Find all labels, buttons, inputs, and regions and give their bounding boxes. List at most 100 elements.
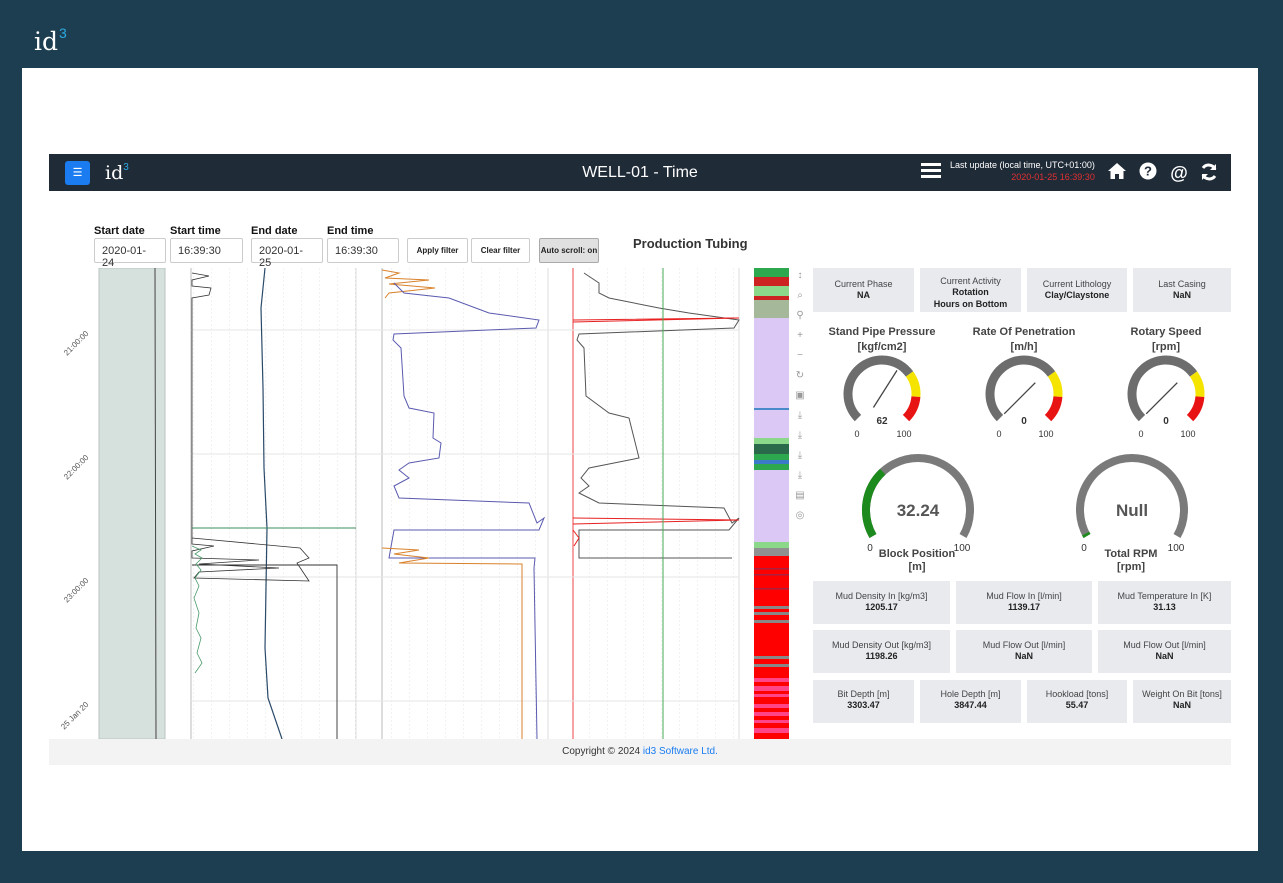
pan-icon[interactable]: ↕ bbox=[790, 266, 810, 286]
box-label: Mud Density Out [kg/m3] bbox=[831, 640, 932, 650]
nav-logo[interactable]: id3 bbox=[105, 163, 129, 183]
save-icon[interactable]: ▣ bbox=[790, 386, 810, 406]
box-label: Weight On Bit [tons] bbox=[1142, 689, 1222, 699]
gauge-track bbox=[862, 454, 974, 538]
start-time-input[interactable]: 16:39:30 bbox=[170, 238, 243, 263]
current-lithology-box: Current Lithology Clay/Claystone bbox=[1027, 268, 1127, 312]
box-value-2: Hours on Bottom bbox=[933, 298, 1008, 309]
gauge-band-danger bbox=[1186, 396, 1205, 422]
contact-at-icon[interactable]: @ bbox=[1168, 162, 1190, 184]
rotary-speed-gauge: 0 0 100 bbox=[1127, 355, 1205, 439]
gauge-title: Rate Of Penetration [m/h] bbox=[972, 326, 1076, 354]
gauge-band-normal bbox=[843, 355, 914, 422]
clear-filter-button[interactable]: Clear filter bbox=[471, 238, 530, 263]
box-value: Rotation bbox=[952, 287, 989, 298]
refresh-icon[interactable] bbox=[1198, 162, 1220, 184]
gauge-max-label: 100 bbox=[1180, 429, 1195, 439]
gauge-band-warning bbox=[1189, 371, 1205, 398]
box-label: Mud Flow Out [l/min] bbox=[1123, 640, 1206, 650]
stand-pipe-pressure-gauge: 62 0 100 bbox=[843, 355, 921, 439]
last-update: Last update (local time, UTC+01:00) 2020… bbox=[950, 160, 1095, 183]
end-time-label: End time bbox=[327, 225, 374, 237]
mud-density-in-box: Mud Density In [kg/m3] 1205.17 bbox=[813, 581, 950, 624]
gauge-value: 0 bbox=[1021, 416, 1027, 427]
last-casing-box: Last Casing NaN bbox=[1133, 268, 1231, 312]
hole-depth-box: Hole Depth [m] 3847.44 bbox=[920, 680, 1021, 723]
time-tick: 23:00:00 bbox=[62, 576, 91, 605]
box-label: Mud Flow Out [l/min] bbox=[982, 640, 1066, 650]
box-label: Mud Flow In [l/min] bbox=[986, 591, 1062, 601]
gauge-value: 32.24 bbox=[897, 501, 940, 520]
box-label: Current Activity bbox=[940, 276, 1001, 286]
crosshair-icon[interactable]: ◎ bbox=[790, 506, 810, 526]
comment-icon[interactable]: ▤ bbox=[790, 486, 810, 506]
mud-temperature-in-box: Mud Temperature In [K] 31.13 bbox=[1098, 581, 1231, 624]
box-label: Mud Density In [kg/m3] bbox=[835, 591, 928, 601]
gauge-title: Stand Pipe Pressure [kgf/cm2] bbox=[828, 326, 936, 354]
gauge-band-danger bbox=[1044, 396, 1063, 422]
home-icon[interactable] bbox=[1106, 162, 1128, 184]
time-tick: 25 Jan 20 bbox=[59, 700, 91, 732]
gauge-fill bbox=[1082, 531, 1091, 538]
last-update-label: Last update (local time, UTC+01:00) bbox=[950, 160, 1095, 170]
box-value: 1198.26 bbox=[865, 651, 898, 662]
company-link[interactable]: id3 Software Ltd. bbox=[643, 746, 718, 757]
end-time-input[interactable]: 16:39:30 bbox=[327, 238, 399, 263]
box-value: NaN bbox=[1014, 651, 1033, 662]
zoom-icon[interactable]: ⚲ bbox=[790, 306, 810, 326]
gauge-max-label: 100 bbox=[896, 429, 911, 439]
download-icon[interactable]: ⤓ bbox=[790, 426, 810, 446]
box-value: 31.13 bbox=[1153, 602, 1176, 613]
end-date-label: End date bbox=[251, 225, 298, 237]
zoom-out-icon[interactable]: − bbox=[790, 346, 810, 366]
box-value: NA bbox=[857, 290, 870, 301]
box-value: Clay/Claystone bbox=[1044, 290, 1110, 301]
box-value: NaN bbox=[1155, 651, 1174, 662]
box-value: 1139.17 bbox=[1007, 602, 1041, 613]
box-value: 55.47 bbox=[1065, 700, 1089, 711]
help-icon[interactable]: ? bbox=[1137, 162, 1159, 184]
box-label: Last Casing bbox=[1158, 279, 1206, 289]
gauge-needle bbox=[1003, 382, 1036, 415]
last-update-time: 2020-01-25 16:39:30 bbox=[1011, 171, 1095, 182]
box-label: Mud Temperature In [K] bbox=[1117, 591, 1212, 601]
gauge-label: Block Position [m] bbox=[878, 548, 956, 574]
zoom-box-icon[interactable]: ⌕ bbox=[790, 286, 810, 306]
gauge-min-label: 0 bbox=[854, 429, 859, 439]
zoom-in-icon[interactable]: + bbox=[790, 326, 810, 346]
time-tick: 21:00:00 bbox=[62, 329, 91, 358]
auto-scroll-toggle[interactable]: Auto scroll: on bbox=[539, 238, 599, 263]
box-value: 1205.17 bbox=[865, 602, 898, 613]
gauge-value: Null bbox=[1116, 501, 1148, 520]
gauge-value: 62 bbox=[876, 416, 888, 427]
list-icon[interactable] bbox=[921, 163, 941, 181]
gauge-min-label: 0 bbox=[996, 429, 1001, 439]
section-title: Production Tubing bbox=[633, 236, 748, 251]
gauge-track bbox=[1076, 454, 1188, 538]
mud-flow-in-box: Mud Flow In [l/min] 1139.17 bbox=[956, 581, 1092, 624]
end-date-input[interactable]: 2020-01-25 bbox=[251, 238, 323, 269]
mud-flow-out-box: Mud Flow Out [l/min] NaN bbox=[956, 630, 1092, 673]
box-value: NaN bbox=[1172, 700, 1191, 711]
gauge-max-label: 100 bbox=[1038, 429, 1053, 439]
gauge-needle bbox=[872, 370, 898, 408]
reset-icon[interactable]: ↻ bbox=[790, 366, 810, 386]
mud-density-out-box: Mud Density Out [kg/m3] 1198.26 bbox=[813, 630, 950, 673]
start-date-input[interactable]: 2020-01-24 bbox=[94, 238, 166, 269]
apply-filter-button[interactable]: Apply filter bbox=[407, 238, 468, 263]
gauge-band-normal bbox=[1127, 355, 1198, 422]
gauge-title: Rotary Speed [rpm] bbox=[1130, 326, 1202, 354]
download-icon[interactable]: ⤓ bbox=[790, 446, 810, 466]
svg-text:?: ? bbox=[1144, 164, 1152, 179]
brand-logo: id3 bbox=[34, 25, 67, 56]
app-navbar: ☰ id3 WELL-01 - Time Last update (local … bbox=[49, 154, 1231, 191]
plot-toolbar: ↕ ⌕ ⚲ + − ↻ ▣ ⤓ ⤓ ⤓ ⤓ ▤ ◎ bbox=[790, 266, 810, 526]
mud-flow-out-box: Mud Flow Out [l/min] NaN bbox=[1098, 630, 1231, 673]
well-log-plot[interactable]: 21:00:00 22:00:00 23:00:00 25 Jan 20 bbox=[49, 268, 789, 739]
menu-toggle-button[interactable]: ☰ bbox=[65, 161, 90, 185]
download-icon[interactable]: ⤓ bbox=[790, 466, 810, 486]
box-label: Hookload [tons] bbox=[1045, 689, 1109, 699]
gauge-needle bbox=[1145, 382, 1178, 415]
download-icon[interactable]: ⤓ bbox=[790, 406, 810, 426]
gauge-label: Total RPM [rpm] bbox=[1104, 548, 1158, 574]
